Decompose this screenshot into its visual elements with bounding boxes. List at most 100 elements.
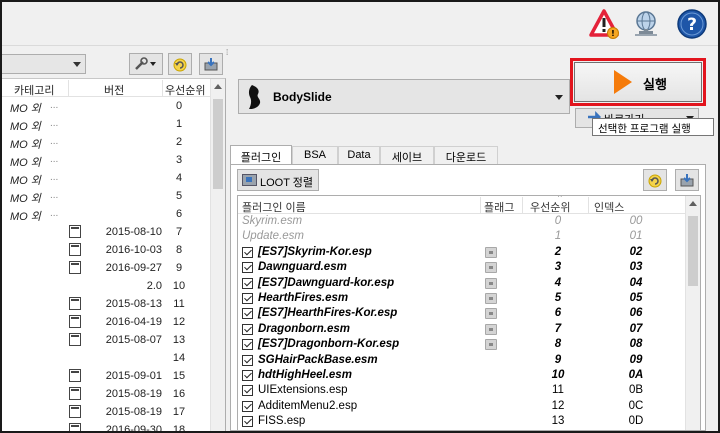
plugin-row[interactable]: hdtHighHeel.esm 10 0A xyxy=(238,368,686,383)
tab-plugins[interactable]: 플러그인 xyxy=(230,145,292,165)
executable-dropdown[interactable]: BodySlide xyxy=(238,79,570,114)
tab-saves[interactable]: 세이브 xyxy=(380,146,434,165)
globe-icon[interactable] xyxy=(630,8,662,40)
scroll-thumb[interactable] xyxy=(688,216,698,286)
plugin-priority: 9 xyxy=(554,353,562,366)
scroll-thumb[interactable] xyxy=(213,99,223,189)
mod-row[interactable]: 2.0 10 xyxy=(2,277,210,295)
column-header-plugin-name[interactable]: 플러그인 이름 xyxy=(242,199,306,215)
plugin-row[interactable]: FISS.esp 13 0D xyxy=(238,414,686,429)
plugin-row[interactable]: SGHairPackBase.esm 9 09 xyxy=(238,353,686,368)
column-header-flags[interactable]: 플래그 xyxy=(484,199,514,215)
restore-plugins-button[interactable] xyxy=(643,169,667,191)
plugin-enable-checkbox[interactable] xyxy=(242,246,253,258)
mod-row[interactable]: 2016-09-30 18 xyxy=(2,421,210,431)
plugin-priority: 13 xyxy=(551,415,565,428)
restore-button[interactable] xyxy=(168,53,192,75)
mod-row[interactable]: MO 외... 5 xyxy=(2,187,210,205)
tab-data[interactable]: Data xyxy=(338,146,380,165)
plugin-flag-icon xyxy=(485,246,497,258)
plugin-row[interactable]: [ES7]Dawnguard-kor.esp 4 04 xyxy=(238,276,686,291)
column-header-priority[interactable]: 우선순위 xyxy=(165,82,205,98)
mod-row[interactable]: MO 외... 6 xyxy=(2,205,210,223)
mod-version: 2015-09-01 xyxy=(105,370,162,382)
plugin-row[interactable]: [ES7]HearthFires-Kor.esp 6 06 xyxy=(238,306,686,321)
calendar-icon xyxy=(69,333,81,346)
scroll-up-icon[interactable] xyxy=(689,201,697,206)
mod-row[interactable]: MO 외... 3 xyxy=(2,151,210,169)
help-icon[interactable]: ? xyxy=(676,8,708,40)
mod-row[interactable]: MO 외... 2 xyxy=(2,133,210,151)
plugin-enable-checkbox[interactable] xyxy=(242,416,253,428)
mod-version: 2.0 xyxy=(146,280,162,292)
mod-row[interactable]: 2015-08-07 13 xyxy=(2,331,210,349)
plugin-row[interactable]: Update.esm 1 01 xyxy=(238,229,686,244)
tools-button[interactable] xyxy=(129,53,163,75)
backup-plugins-button[interactable] xyxy=(675,169,699,191)
mod-priority: 15 xyxy=(172,370,186,382)
mod-version: 2015-08-07 xyxy=(105,334,162,346)
run-button-label: 실행 xyxy=(643,77,667,92)
plugin-enable-checkbox[interactable] xyxy=(242,369,253,381)
scroll-up-icon[interactable] xyxy=(214,84,222,89)
plugin-enable-checkbox[interactable] xyxy=(242,385,253,397)
plugin-row[interactable]: [ES7]Dragonborn-Kor.esp 8 08 xyxy=(238,337,686,352)
plugin-enable-checkbox[interactable] xyxy=(242,277,253,289)
calendar-icon xyxy=(69,315,81,328)
plugin-row[interactable]: [ES7]Skyrim-Kor.esp 2 02 xyxy=(238,245,686,260)
plugin-name: AdditemMenu2.esp xyxy=(258,399,358,412)
mod-row[interactable]: 2016-09-27 9 xyxy=(2,259,210,277)
plugin-row[interactable]: Dawnguard.esm 3 03 xyxy=(238,260,686,275)
tab-downloads[interactable]: 다운로드 xyxy=(434,146,498,165)
backup-button[interactable] xyxy=(199,53,223,75)
mod-row[interactable]: MO 외... 4 xyxy=(2,169,210,187)
mod-row[interactable]: 14 xyxy=(2,349,210,367)
plugin-row[interactable]: AdditemMenu2.esp 12 0C xyxy=(238,399,686,414)
plugin-row[interactable]: Dragonborn.esm 7 07 xyxy=(238,322,686,337)
column-header-category[interactable]: 카테고리 xyxy=(14,82,54,98)
plugin-enable-checkbox[interactable] xyxy=(242,339,253,351)
mod-row[interactable]: 2015-09-01 15 xyxy=(2,367,210,385)
column-header-version[interactable]: 버전 xyxy=(104,82,124,98)
loot-sort-label: LOOT 정렬 xyxy=(260,177,314,189)
mod-row[interactable]: MO 외... 1 xyxy=(2,115,210,133)
mod-row[interactable]: 2016-10-03 8 xyxy=(2,241,210,259)
plugin-enable-checkbox[interactable] xyxy=(242,308,253,320)
mod-row[interactable]: 2015-08-13 11 xyxy=(2,295,210,313)
plugin-index: 09 xyxy=(629,353,643,366)
profile-dropdown[interactable] xyxy=(2,54,86,74)
mod-row[interactable]: 2015-08-19 16 xyxy=(2,385,210,403)
tab-bsa[interactable]: BSA xyxy=(292,146,338,165)
column-header-priority[interactable]: 우선순위 xyxy=(530,199,570,215)
mod-list-header: 카테고리 버전 우선순위 xyxy=(2,79,210,97)
plugin-enable-checkbox[interactable] xyxy=(242,400,253,412)
mod-row[interactable]: 2015-08-10 7 xyxy=(2,223,210,241)
plugin-priority: 5 xyxy=(554,291,562,304)
mod-row[interactable]: 2016-04-19 12 xyxy=(2,313,210,331)
plugin-name: [ES7]Dragonborn-Kor.esp xyxy=(258,338,400,351)
plugin-name: SGHairPackBase.esm xyxy=(258,353,378,366)
mod-priority: 17 xyxy=(172,406,186,418)
plugin-list-scrollbar[interactable] xyxy=(685,196,700,430)
column-header-index[interactable]: 인덱스 xyxy=(594,199,624,215)
plugin-enable-checkbox[interactable] xyxy=(242,354,253,366)
loot-sort-button[interactable]: LOOT 정렬 xyxy=(237,169,319,191)
warning-icon[interactable]: ! xyxy=(588,8,620,40)
plugin-row[interactable]: Skyrim.esm 0 00 xyxy=(238,214,686,229)
plugin-name: [ES7]Skyrim-Kor.esp xyxy=(258,245,372,258)
wrench-icon xyxy=(135,57,156,70)
plugin-priority: 7 xyxy=(554,322,562,335)
run-button[interactable]: 실행 xyxy=(574,62,702,102)
plugin-enable-checkbox[interactable] xyxy=(242,262,253,274)
plugin-name: Dawnguard.esm xyxy=(258,261,347,274)
plugin-row[interactable]: HearthFires.esm 5 05 xyxy=(238,291,686,306)
mod-row[interactable]: MO 외... 0 xyxy=(2,97,210,115)
plugin-row[interactable]: UIExtensions.esp 11 0B xyxy=(238,383,686,398)
mod-category-overflow: ... xyxy=(50,100,59,111)
plugin-flag-icon xyxy=(485,339,497,351)
mod-row[interactable]: 2015-08-19 17 xyxy=(2,403,210,421)
mod-list-scrollbar[interactable] xyxy=(210,79,225,431)
mod-priority: 5 xyxy=(175,190,183,202)
plugin-enable-checkbox[interactable] xyxy=(242,292,253,304)
plugin-enable-checkbox[interactable] xyxy=(242,323,253,335)
